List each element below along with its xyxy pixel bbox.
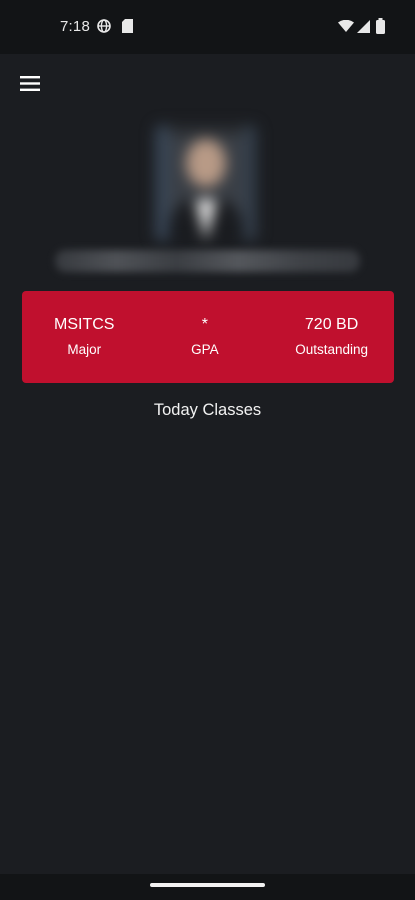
gpa-value: * [201,316,208,333]
avatar [155,125,257,241]
home-gesture-handle[interactable] [150,883,265,887]
battery-icon [376,18,385,34]
outstanding-label: Outstanding [295,342,368,357]
vpn-globe-icon [97,19,111,33]
status-bar: 7:18 [0,0,415,54]
hamburger-menu-icon [20,75,40,91]
gpa-stat: * GPA [191,315,219,359]
student-summary-card: MSITCS Major * GPA 720 BD Outstanding [22,291,394,383]
menu-button[interactable] [14,68,46,98]
major-label: Major [67,342,102,357]
wifi-icon [338,20,354,32]
today-classes-title: Today Classes [153,401,262,419]
system-navigation-bar [0,874,415,900]
outstanding-value: 720 BD [304,316,359,333]
gpa-label: GPA [191,342,219,357]
outstanding-stat: 720 BD Outstanding [295,315,368,359]
home-screen: 7:18 MSITCS Major * GPA 720 BD Outstandi… [0,0,415,900]
sim-card-icon [122,19,133,33]
student-name-redacted [55,250,360,272]
major-value: MSITCS [54,316,115,333]
profile-photo-icon [155,125,257,241]
signal-icon [357,20,370,33]
status-time: 7:18 [60,18,90,35]
major-stat: MSITCS Major [54,315,114,359]
